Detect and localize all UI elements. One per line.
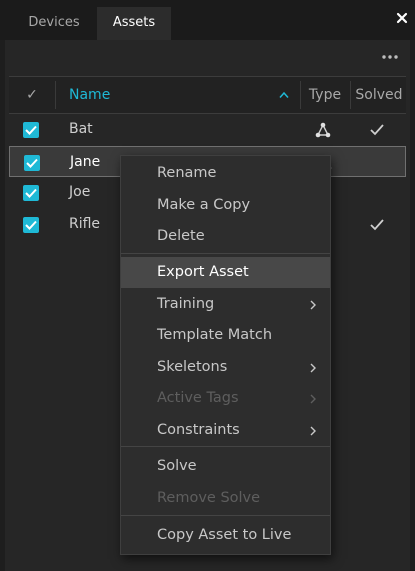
menu-item-delete[interactable]: Delete [121,221,330,252]
asset-name: Joe [69,184,91,200]
tab-bar: Devices Assets [0,0,415,40]
menu-item-label: Rename [157,165,217,181]
checkbox-checked-icon[interactable] [24,154,40,171]
tab-devices[interactable]: Devices [15,7,93,40]
checkbox-checked-icon[interactable] [23,122,39,138]
close-icon[interactable] [395,11,409,25]
column-header-solved[interactable]: Solved [352,77,406,113]
menu-item-skeletons[interactable]: Skeletons [121,352,330,383]
menu-item-export-asset[interactable]: Export Asset [121,257,330,288]
menu-item-label: Remove Solve [157,489,261,506]
asset-name: Bat [69,121,93,137]
menu-item-label: Active Tags [157,390,239,406]
asset-name: Jane [70,153,101,170]
menu-item-template-match[interactable]: Template Match [121,320,330,351]
column-divider[interactable] [300,81,301,109]
chevron-right-icon [310,300,316,309]
column-divider[interactable] [55,81,56,109]
menu-item-training[interactable]: Training [121,289,330,320]
chevron-right-icon [310,426,316,435]
asset-name: Rifle [69,215,101,232]
column-header-type[interactable]: Type [303,77,347,113]
menu-item-label: Solve [157,458,197,474]
menu-item-label: Delete [157,228,205,244]
menu-item-label: Skeletons [157,358,228,375]
menu-item-label: Template Match [157,327,273,343]
checkbox-checked-icon[interactable] [23,185,39,201]
more-icon[interactable] [380,52,400,62]
tab-assets[interactable]: Assets [97,7,171,40]
column-header-enabled[interactable]: ✓ [9,77,55,113]
menu-item-active-tags: Active Tags [121,383,330,414]
menu-item-label: Constraints [157,421,240,438]
asset-context-menu: Rename Make a Copy Delete Export Asset Train… [120,155,331,555]
menu-item-rename[interactable]: Rename [121,158,330,189]
checkbox-checked-icon[interactable] [23,216,39,233]
sort-ascending-icon[interactable] [279,91,289,99]
menu-item-remove-solve: Remove Solve [121,483,330,514]
column-header-name[interactable]: Name [69,77,269,113]
menu-item-make-a-copy[interactable]: Make a Copy [121,190,330,221]
checkmark-icon [370,218,384,230]
menu-separator [121,515,330,516]
menu-item-label: Export Asset [157,264,249,280]
menu-item-label: Make a Copy [157,196,251,213]
chevron-right-icon [310,363,316,372]
skeleton-icon [315,122,331,138]
chevron-right-icon [310,394,316,404]
menu-item-label: Copy Asset to Live [157,527,292,543]
menu-item-copy-asset-to-live[interactable]: Copy Asset to Live [121,520,330,551]
menu-item-label: Training [157,295,215,312]
table-header: ✓ Name Type Solved [9,76,406,114]
column-divider[interactable] [350,81,351,109]
table-row[interactable]: Bat [9,114,406,146]
checkmark-icon [370,124,384,136]
menu-item-solve[interactable]: Solve [121,451,330,482]
menu-separator [121,446,330,447]
menu-separator [121,253,330,254]
menu-item-constraints[interactable]: Constraints [121,415,330,446]
